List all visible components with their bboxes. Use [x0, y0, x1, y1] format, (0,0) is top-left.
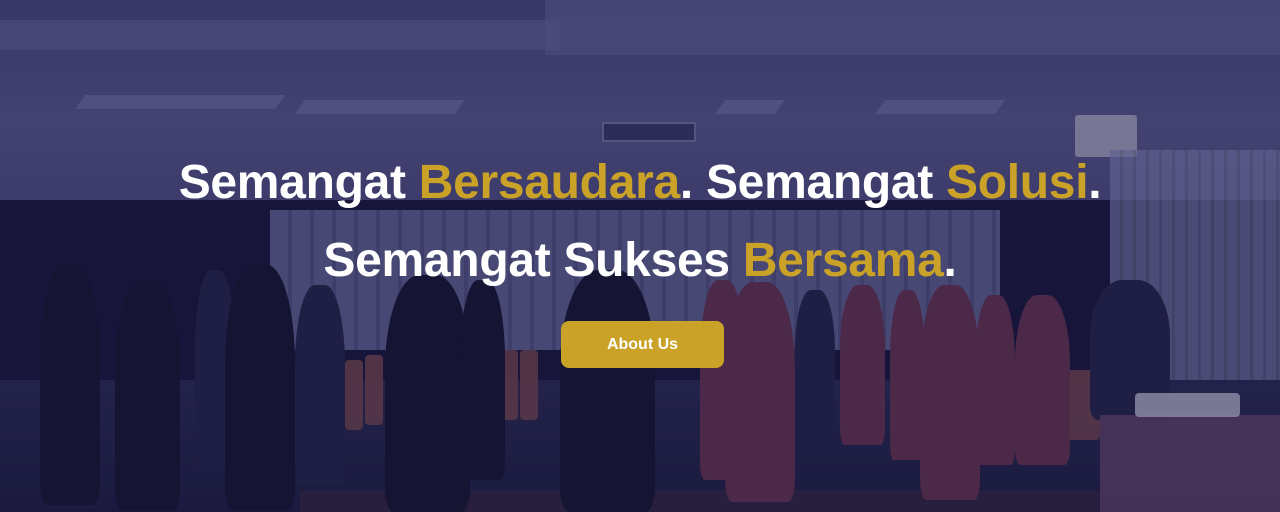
hero-headline-line-1: Semangat Bersaudara. Semangat Solusi.: [0, 155, 1280, 211]
headline-accent-text: Bersaudara: [418, 156, 680, 209]
hero-section: Semangat Bersaudara. Semangat Solusi. Se…: [0, 0, 1280, 512]
hero-headline-line-2: Semangat Sukses Bersama.: [0, 233, 1280, 289]
headline-accent-text: Bersama: [742, 234, 944, 287]
headline-text: Semangat Sukses: [323, 234, 743, 287]
headline-text: .: [1088, 156, 1102, 209]
about-us-button[interactable]: About Us: [561, 321, 724, 368]
headline-text: .: [943, 234, 957, 287]
headline-text: . Semangat: [679, 156, 947, 209]
headline-text: Semangat: [178, 156, 419, 209]
hero-content: Semangat Bersaudara. Semangat Solusi. Se…: [0, 0, 1280, 512]
headline-accent-text: Solusi: [946, 156, 1089, 209]
